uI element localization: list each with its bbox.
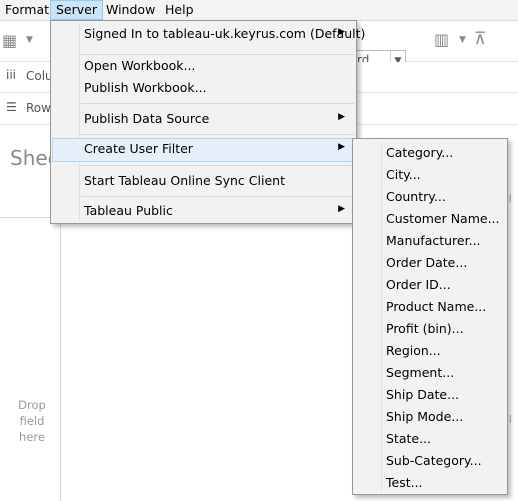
menu-item-label: Test... — [386, 475, 423, 490]
menu-item-label: Start Tableau Online Sync Client — [84, 173, 285, 188]
submenu-item-order-id[interactable]: Order ID... — [354, 274, 506, 296]
submenu-item-ship-date[interactable]: Ship Date... — [354, 384, 506, 406]
chevron-down-icon[interactable]: ▼ — [26, 35, 33, 45]
menu-item-tableau-public[interactable]: Tableau Public ▶ — [52, 200, 355, 222]
menu-item-label: Publish Workbook... — [84, 80, 207, 95]
menu-server[interactable]: Server — [50, 0, 103, 20]
menu-item-label: Open Workbook... — [84, 58, 196, 73]
submenu-item-category[interactable]: Category... — [354, 142, 506, 164]
chevron-down-icon[interactable]: ▼ — [459, 35, 466, 45]
submenu-arrow-icon: ▶ — [338, 112, 345, 122]
columns-label: Colu — [26, 69, 53, 83]
menu-separator — [81, 103, 354, 104]
rows-icon: ☰ — [6, 100, 17, 114]
menu-item-label: State... — [386, 431, 432, 446]
user-filter-submenu: Category... City... Country... Customer … — [352, 138, 508, 495]
menu-item-label: Tableau Public — [84, 203, 173, 218]
submenu-item-ship-mode[interactable]: Ship Mode... — [354, 406, 506, 428]
submenu-arrow-icon: ▶ — [338, 142, 345, 152]
menu-item-open-workbook[interactable]: Open Workbook... — [52, 55, 355, 77]
rows-drop-pane[interactable]: Drop field here — [0, 217, 61, 501]
menu-item-label: Manufacturer... — [386, 233, 481, 248]
menu-item-label: Order ID... — [386, 277, 451, 292]
clear-sheet-icon[interactable]: ▦ — [2, 31, 17, 50]
menu-item-label: Country... — [386, 189, 446, 204]
submenu-item-country[interactable]: Country... — [354, 186, 506, 208]
menu-item-signed-in[interactable]: Signed In to tableau-uk.keyrus.com (Defa… — [52, 23, 365, 45]
submenu-item-customer-name[interactable]: Customer Name... — [354, 208, 506, 230]
menu-help[interactable]: Help — [160, 0, 199, 20]
menu-separator — [81, 134, 354, 135]
menu-bar: Format Server Window Help — [0, 0, 518, 21]
menu-item-label: Ship Date... — [386, 387, 460, 402]
submenu-item-test[interactable]: Test... — [354, 472, 506, 494]
columns-icon: iii — [6, 68, 17, 82]
menu-item-label: Category... — [386, 145, 454, 160]
submenu-item-city[interactable]: City... — [354, 164, 506, 186]
submenu-item-sub-category[interactable]: Sub-Category... — [354, 450, 506, 472]
menu-item-label: Sub-Category... — [386, 453, 482, 468]
presentation-icon[interactable]: ⊼ — [474, 29, 486, 49]
server-menu: Signed In to tableau-uk.keyrus.com (Defa… — [50, 20, 365, 224]
show-me-icon[interactable]: ▥ — [434, 30, 449, 49]
menu-item-label: Product Name... — [386, 299, 487, 314]
drop-field-text: Drop field here — [18, 398, 46, 444]
menu-item-label: Ship Mode... — [386, 409, 464, 424]
menu-item-publish-data-source[interactable]: Publish Data Source ▶ — [52, 108, 355, 130]
submenu-arrow-icon: ▶ — [338, 27, 345, 37]
menu-item-label: Signed In to tableau-uk.keyrus.com (Defa… — [84, 26, 366, 41]
menu-item-label: Publish Data Source — [84, 111, 210, 126]
rows-label: Row — [26, 101, 51, 115]
submenu-item-order-date[interactable]: Order Date... — [354, 252, 506, 274]
menu-item-create-user-filter[interactable]: Create User Filter ▶ — [52, 138, 355, 162]
menu-item-label: Create User Filter — [84, 141, 193, 156]
menu-item-label: Region... — [386, 343, 441, 358]
menu-item-label: Customer Name... — [386, 211, 500, 226]
menu-item-label: Segment... — [386, 365, 455, 380]
submenu-item-profit-bin[interactable]: Profit (bin)... — [354, 318, 506, 340]
menu-item-label: City... — [386, 167, 421, 182]
menu-item-label: Order Date... — [386, 255, 468, 270]
submenu-arrow-icon: ▶ — [338, 204, 345, 214]
menu-window[interactable]: Window — [101, 0, 160, 20]
submenu-item-state[interactable]: State... — [354, 428, 506, 450]
menu-item-online-sync[interactable]: Start Tableau Online Sync Client — [52, 170, 355, 192]
menu-item-label: Profit (bin)... — [386, 321, 464, 336]
submenu-item-manufacturer[interactable]: Manufacturer... — [354, 230, 506, 252]
menu-separator — [81, 196, 354, 197]
menu-item-publish-workbook[interactable]: Publish Workbook... — [52, 77, 355, 99]
submenu-item-segment[interactable]: Segment... — [354, 362, 506, 384]
submenu-item-region[interactable]: Region... — [354, 340, 506, 362]
menu-separator — [81, 165, 354, 166]
submenu-item-product-name[interactable]: Product Name... — [354, 296, 506, 318]
menu-format[interactable]: Format — [0, 0, 54, 20]
